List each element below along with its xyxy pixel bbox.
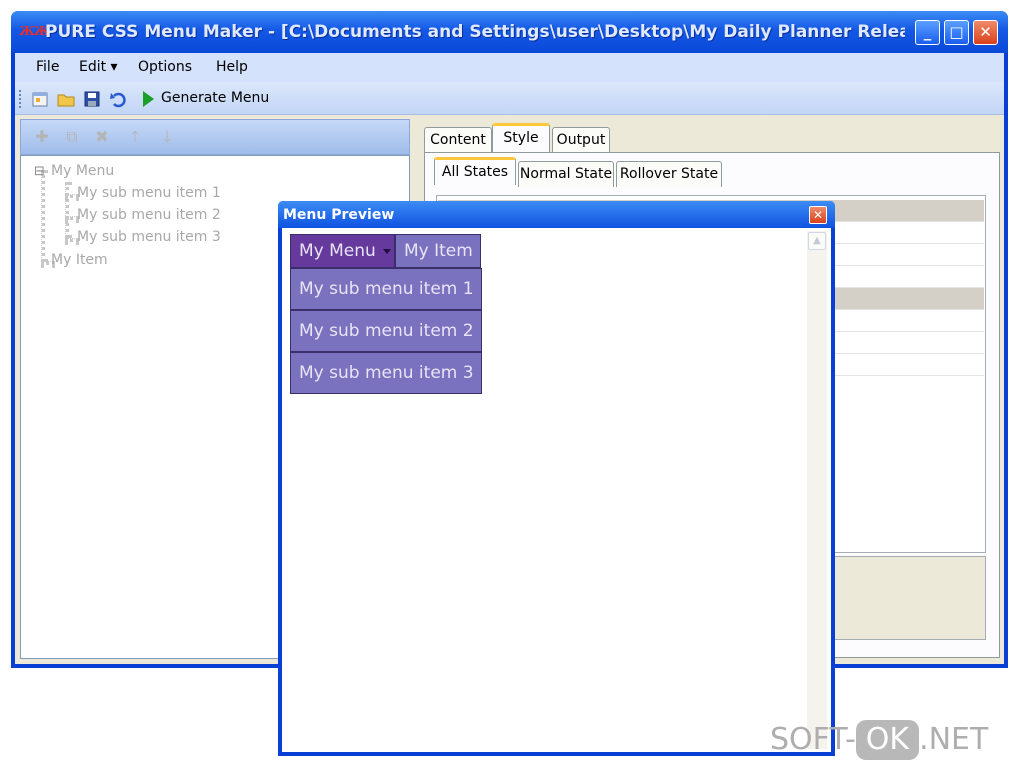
- preview-title: Menu Preview: [283, 207, 395, 223]
- tab-content[interactable]: Content: [424, 127, 492, 153]
- expander-icon[interactable]: ⊟: [34, 164, 45, 179]
- css-submenu-item-2[interactable]: My sub menu item 2: [290, 310, 482, 352]
- new-icon[interactable]: [30, 89, 50, 109]
- menu-help[interactable]: Help: [216, 59, 248, 77]
- maximize-button[interactable]: □: [944, 20, 969, 45]
- preview-scrollbar[interactable]: ▲: [807, 231, 827, 749]
- menu-bar: File Edit ▾ Options Help: [15, 53, 1004, 82]
- generate-menu-button[interactable]: Generate Menu: [161, 90, 269, 106]
- tab-rollover-state[interactable]: Rollover State: [616, 161, 722, 187]
- window-title: PURE CSS Menu Maker - [C:\Documents and …: [45, 22, 905, 42]
- scroll-up-button[interactable]: ▲: [808, 232, 826, 250]
- tree-node-sub-3[interactable]: My sub menu item 3: [77, 229, 221, 245]
- delete-icon[interactable]: ✖: [93, 128, 111, 146]
- tab-normal-state[interactable]: Normal State: [518, 161, 614, 187]
- toolbar: Generate Menu: [15, 82, 1004, 115]
- tree-toolbar: ✚ ⧉ ✖ 🡑 🡓: [20, 119, 410, 155]
- toolbar-grip[interactable]: [19, 90, 22, 108]
- css-menu-my-menu[interactable]: My Menu: [290, 234, 395, 268]
- play-icon[interactable]: [138, 89, 158, 109]
- preview-body: ▲ My Menu My Item My sub menu item 1 My …: [282, 228, 831, 752]
- undo-icon[interactable]: [108, 89, 128, 109]
- watermark-ok: OK: [855, 720, 920, 760]
- css-submenu-item-1[interactable]: My sub menu item 1: [290, 268, 482, 310]
- preview-close-button[interactable]: ✕: [809, 206, 827, 224]
- tree-connector: [41, 170, 45, 262]
- tab-output[interactable]: Output: [552, 127, 610, 153]
- preview-title-bar[interactable]: Menu Preview ✕: [278, 201, 835, 228]
- add-icon[interactable]: ✚: [33, 128, 51, 146]
- open-folder-icon[interactable]: [56, 89, 76, 109]
- menu-file[interactable]: File: [36, 59, 59, 77]
- watermark-right: .NET: [919, 722, 989, 757]
- watermark-left: SOFT-: [770, 722, 856, 757]
- dropdown-arrow-icon: [383, 249, 391, 254]
- minimize-button[interactable]: _: [915, 20, 940, 45]
- tab-style[interactable]: Style: [492, 123, 550, 153]
- save-icon[interactable]: [82, 89, 102, 109]
- tree-node-my-item[interactable]: My Item: [51, 252, 108, 268]
- tab-all-states[interactable]: All States: [434, 157, 516, 185]
- menu-edit[interactable]: Edit ▾: [79, 59, 118, 77]
- tree-node-sub-1[interactable]: My sub menu item 1: [77, 185, 221, 201]
- tree-node-sub-2[interactable]: My sub menu item 2: [77, 207, 221, 223]
- title-bar[interactable]: ЖЖ PURE CSS Menu Maker - [C:\Documents a…: [11, 11, 1008, 53]
- move-down-icon[interactable]: 🡓: [158, 128, 176, 146]
- watermark: SOFT- OK .NET: [770, 720, 1015, 762]
- css-menu-my-menu-label: My Menu: [299, 241, 376, 261]
- tree-node-my-menu[interactable]: My Menu: [51, 163, 114, 179]
- close-button[interactable]: ✕: [973, 20, 998, 45]
- tree-connector: [65, 182, 69, 238]
- move-up-icon[interactable]: 🡑: [126, 128, 144, 146]
- add-child-icon[interactable]: ⧉: [63, 128, 81, 146]
- menu-preview-window: Menu Preview ✕ ▲ My Menu My Item My sub …: [278, 201, 835, 756]
- css-menu-my-item[interactable]: My Item: [395, 234, 481, 268]
- css-submenu-item-3[interactable]: My sub menu item 3: [290, 352, 482, 394]
- menu-options[interactable]: Options: [138, 59, 192, 77]
- app-logo-icon: ЖЖ: [19, 24, 50, 38]
